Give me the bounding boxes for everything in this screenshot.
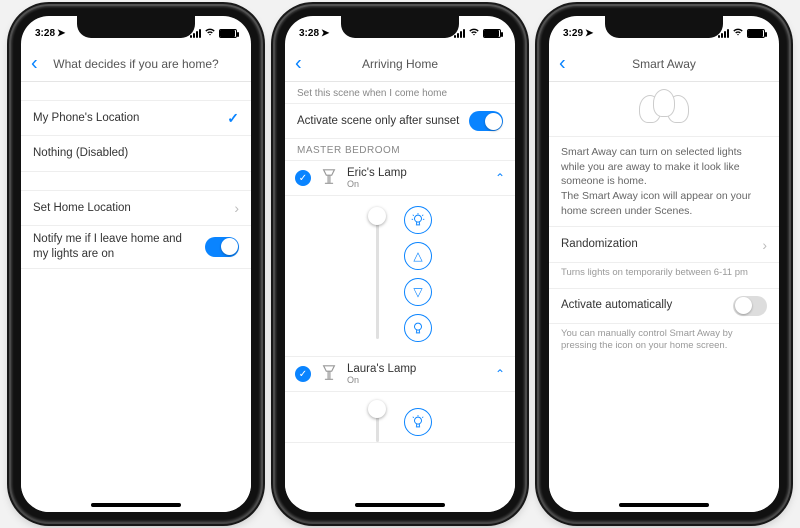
bulb-on-button[interactable] [404, 408, 432, 436]
battery-icon [747, 29, 765, 38]
page-title: What decides if you are home? [53, 57, 218, 71]
option-phone-location[interactable]: My Phone's Location ✓ [21, 100, 251, 136]
nav-bar: ‹ Smart Away [549, 46, 779, 82]
row-label: Notify me if I leave home and my lights … [33, 232, 183, 262]
notch [341, 16, 459, 38]
back-button[interactable]: ‹ [295, 52, 302, 75]
phone-frame-2: 3:28 ➤ ‹ Arriving Home Set this scene wh… [275, 6, 525, 522]
checked-circle-icon[interactable]: ✓ [295, 170, 311, 186]
lamp-name: Eric's Lamp [347, 167, 487, 179]
after-sunset-toggle[interactable] [469, 111, 503, 131]
wifi-icon [732, 27, 744, 39]
chevron-right-icon: › [762, 237, 767, 253]
notify-toggle[interactable] [205, 237, 239, 257]
screen-2: 3:28 ➤ ‹ Arriving Home Set this scene wh… [285, 16, 515, 512]
row-label: Activate scene only after sunset [297, 114, 459, 129]
row-label: Randomization [561, 237, 638, 252]
status-time: 3:29 [563, 28, 583, 39]
status-time: 3:28 [35, 28, 55, 39]
battery-icon [219, 29, 237, 38]
location-icon: ➤ [585, 28, 593, 39]
activate-automatically-row: Activate automatically [549, 288, 779, 324]
back-button[interactable]: ‹ [31, 52, 38, 75]
randomization-row[interactable]: Randomization › [549, 227, 779, 263]
lamp-row-eric[interactable]: ✓ Eric's Lamp On ⌃ [285, 160, 515, 196]
lamp-name: Laura's Lamp [347, 363, 487, 375]
section-header-set-scene: Set this scene when I come home [285, 82, 515, 103]
phone-frame-3: 3:29 ➤ ‹ Smart Away [539, 6, 789, 522]
chevron-up-icon[interactable]: ⌃ [495, 171, 505, 185]
content-area: Set this scene when I come home Activate… [285, 82, 515, 512]
back-button[interactable]: ‹ [559, 52, 566, 75]
activate-after-sunset-row: Activate scene only after sunset [285, 103, 515, 139]
content-area: My Phone's Location ✓ Nothing (Disabled)… [21, 82, 251, 512]
notch [605, 16, 723, 38]
home-indicator[interactable] [355, 503, 445, 507]
activate-auto-subtext: You can manually control Smart Away by p… [549, 324, 779, 361]
status-time: 3:28 [299, 28, 319, 39]
home-indicator[interactable] [619, 503, 709, 507]
option-label: Nothing (Disabled) [33, 146, 128, 161]
section-header-room: MASTER BEDROOM [285, 139, 515, 160]
row-label: Activate automatically [561, 298, 672, 313]
bulb-on-button[interactable] [404, 206, 432, 234]
chevron-right-icon: › [234, 200, 239, 216]
wifi-icon [468, 27, 480, 39]
lamp-state: On [347, 179, 487, 189]
home-indicator[interactable] [91, 503, 181, 507]
brightness-slider[interactable] [368, 209, 386, 339]
lamp-controls-laura [285, 392, 515, 443]
option-nothing-disabled[interactable]: Nothing (Disabled) [21, 136, 251, 172]
brightness-slider[interactable] [368, 402, 386, 442]
lamp-controls-eric: △ ▽ [285, 196, 515, 357]
checked-circle-icon[interactable]: ✓ [295, 366, 311, 382]
notch [77, 16, 195, 38]
page-title: Smart Away [632, 57, 696, 71]
brightness-down-button[interactable]: ▽ [404, 278, 432, 306]
activate-auto-toggle[interactable] [733, 296, 767, 316]
brightness-up-button[interactable]: △ [404, 242, 432, 270]
lamp-icon [319, 168, 339, 189]
checkmark-icon: ✓ [227, 110, 239, 127]
location-icon: ➤ [57, 28, 65, 39]
option-label: My Phone's Location [33, 111, 139, 126]
nav-bar: ‹ Arriving Home [285, 46, 515, 82]
chevron-up-icon[interactable]: ⌃ [495, 367, 505, 381]
smart-away-description: Smart Away can turn on selected lights w… [549, 136, 779, 227]
lamp-icon [319, 364, 339, 385]
lamp-state: On [347, 375, 487, 385]
row-label: Set Home Location [33, 201, 131, 216]
wifi-icon [204, 27, 216, 39]
nav-bar: ‹ What decides if you are home? [21, 46, 251, 82]
content-area: Smart Away can turn on selected lights w… [549, 82, 779, 512]
smart-away-hero-icon [549, 82, 779, 136]
bulb-off-button[interactable] [404, 314, 432, 342]
location-icon: ➤ [321, 28, 329, 39]
screen-3: 3:29 ➤ ‹ Smart Away [549, 16, 779, 512]
lamp-row-laura[interactable]: ✓ Laura's Lamp On ⌃ [285, 357, 515, 392]
notify-leave-home-row: Notify me if I leave home and my lights … [21, 226, 251, 269]
phone-frame-1: 3:28 ➤ ‹ What decides if you are home? M… [11, 6, 261, 522]
randomization-subtext: Turns lights on temporarily between 6-11… [549, 263, 779, 287]
set-home-location-row[interactable]: Set Home Location › [21, 190, 251, 226]
page-title: Arriving Home [362, 57, 438, 71]
battery-icon [483, 29, 501, 38]
screen-1: 3:28 ➤ ‹ What decides if you are home? M… [21, 16, 251, 512]
